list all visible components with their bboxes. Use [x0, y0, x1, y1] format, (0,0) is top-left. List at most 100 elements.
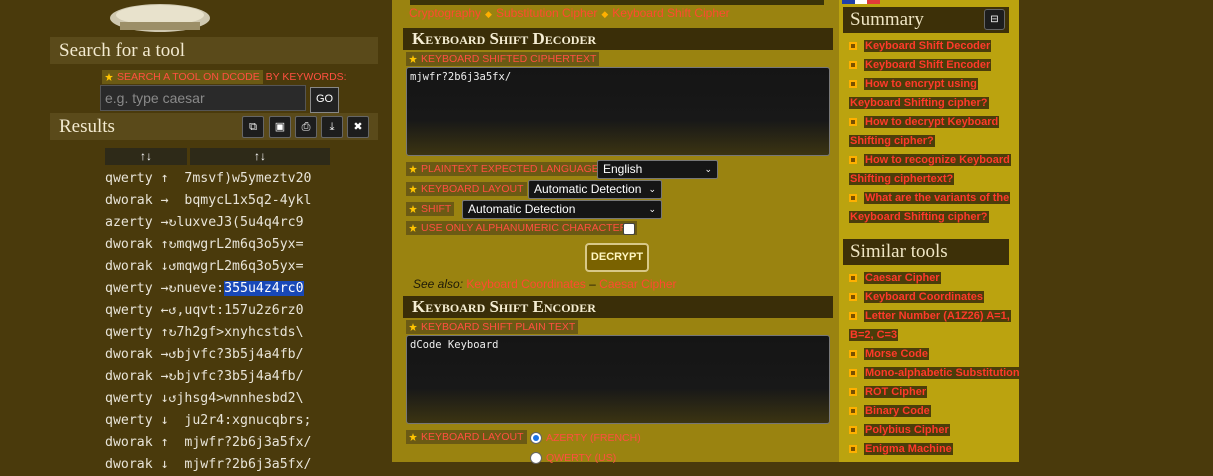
- result-shift: →↻: [160, 369, 177, 384]
- sidebar-link[interactable]: Binary Code: [849, 402, 931, 421]
- star-icon: [105, 73, 113, 81]
- result-row[interactable]: qwerty →↻nueve:355u4z4rc0: [105, 278, 311, 300]
- sidebar-link[interactable]: Keyboard Shifting cipher?: [849, 94, 989, 113]
- sidebar-link-label: B=2, C=3: [849, 329, 899, 341]
- shift-select[interactable]: Automatic Detection ⌄: [462, 200, 662, 219]
- decrypt-button[interactable]: DECRYPT: [585, 243, 649, 272]
- chevron-down-icon: ⌄: [648, 184, 656, 194]
- ciphertext-input[interactable]: mjwfr?2b6j3a5fx/: [406, 67, 830, 156]
- sidebar-link[interactable]: Letter Number (A1Z26) A=1,: [849, 307, 1011, 326]
- result-layout: qwerty: [105, 413, 153, 428]
- see-also-label: See also:: [413, 277, 464, 291]
- sidebar-link[interactable]: Keyboard Shifting cipher?: [849, 208, 989, 227]
- sidebar-link-label: Enigma Machine: [864, 443, 953, 455]
- go-button[interactable]: GO: [310, 87, 339, 113]
- sidebar-link[interactable]: Morse Code: [849, 345, 929, 364]
- sidebar-link[interactable]: Keyboard Coordinates: [849, 288, 984, 307]
- bullet-icon: [849, 312, 857, 320]
- keyboard-layout-label: KEYBOARD LAYOUT: [406, 182, 527, 196]
- alphanumeric-checkbox[interactable]: [623, 223, 635, 235]
- result-row[interactable]: dworak →↻bjvfc?3b5j4a4fb/: [105, 366, 311, 388]
- result-row[interactable]: dworak ↓ mjwfr?2b6j3a5fx/: [105, 454, 311, 476]
- result-row[interactable]: azerty →↻luxveJ3(5u4q4rc9: [105, 212, 311, 234]
- encoder-title: Keyboard Shift Encoder: [403, 296, 833, 318]
- search-input[interactable]: [100, 85, 306, 111]
- sidebar-link[interactable]: What are the variants of the: [849, 189, 1011, 208]
- sidebar-link-label: Keyboard Shifting cipher?: [849, 211, 989, 223]
- search-tag-label: SEARCH A TOOL ON DCODE: [117, 71, 260, 83]
- result-text: mqwgrL2m6q3o5yx=: [176, 259, 304, 274]
- plaintext-label: KEYBOARD SHIFT PLAIN TEXT: [406, 320, 579, 334]
- qwerty-radio[interactable]: [530, 452, 542, 464]
- result-row[interactable]: qwerty ↑↻7h2gf>xnyhcstds\: [105, 322, 311, 344]
- result-highlight: 355u4z4rc0: [224, 281, 304, 296]
- star-icon: [409, 433, 417, 441]
- keyboard-coordinates-link[interactable]: Keyboard Coordinates: [466, 277, 585, 291]
- result-row[interactable]: qwerty ↑ 7msvf)w5ymeztv20: [105, 168, 311, 190]
- sidebar-link[interactable]: How to decrypt Keyboard: [849, 113, 1000, 132]
- result-text: nueve:: [176, 281, 225, 296]
- result-row[interactable]: qwerty ↓ ju2r4:xgnucqbrs;: [105, 410, 311, 432]
- sidebar-link[interactable]: How to encrypt using: [849, 75, 978, 94]
- sidebar-link[interactable]: Mono-alphabetic Substitution: [849, 364, 1021, 383]
- encoder-layout-label: KEYBOARD LAYOUT: [406, 430, 527, 444]
- azerty-radio[interactable]: [530, 432, 542, 444]
- bullet-icon: [849, 61, 857, 69]
- collapse-icon[interactable]: ⊟: [984, 9, 1005, 30]
- result-row[interactable]: qwerty ↓↺jhsg4>wnnhesbd2\: [105, 388, 311, 410]
- bullet-icon: [849, 156, 857, 164]
- sort-column-2[interactable]: ↑↓: [190, 148, 330, 165]
- sidebar-link-label: Keyboard Shift Encoder: [864, 59, 992, 71]
- result-shift: ↑↻: [160, 325, 177, 340]
- result-row[interactable]: dworak ↓↺mqwgrL2m6q3o5yx=: [105, 256, 311, 278]
- sidebar-link-label: Binary Code: [864, 405, 931, 417]
- breadcrumb-keyboard-shift[interactable]: Keyboard Shift Cipher: [612, 6, 729, 20]
- sidebar-link[interactable]: Keyboard Shift Decoder: [849, 37, 992, 56]
- sidebar-link[interactable]: Keyboard Shift Encoder: [849, 56, 992, 75]
- save-button[interactable]: ▣: [269, 116, 291, 138]
- print-button[interactable]: ⎙: [295, 116, 317, 138]
- result-row[interactable]: qwerty ←↺,uqvt:157u2z6rz0: [105, 300, 311, 322]
- copy-button[interactable]: ⧉: [242, 116, 264, 138]
- keyboard-layout-select[interactable]: Automatic Detection ⌄: [528, 180, 662, 199]
- sidebar-link-label: What are the variants of the: [864, 192, 1011, 204]
- result-row[interactable]: dworak ↑↻mqwgrL2m6q3o5yx=: [105, 234, 311, 256]
- sidebar-link[interactable]: Caesar Cipher: [849, 269, 941, 288]
- download-button[interactable]: ⤓: [321, 116, 343, 138]
- language-label: PLAINTEXT EXPECTED LANGUAGE: [406, 162, 602, 176]
- result-row[interactable]: dworak →↺bjvfc?3b5j4a4fb/: [105, 344, 311, 366]
- result-layout: dworak: [105, 259, 153, 274]
- bullet-icon: [849, 388, 857, 396]
- sidebar-link[interactable]: Shifting ciphertext?: [849, 170, 955, 189]
- result-text: 7h2gf>xnyhcstds\: [176, 325, 304, 340]
- azerty-label: AZERTY (FRENCH): [546, 432, 641, 444]
- sort-column-1[interactable]: ↑↓: [105, 148, 187, 165]
- sidebar-link[interactable]: How to recognize Keyboard: [849, 151, 1011, 170]
- caesar-cipher-link[interactable]: Caesar Cipher: [599, 277, 676, 291]
- sidebar-link-label: How to recognize Keyboard: [864, 154, 1011, 166]
- sidebar-link[interactable]: Enigma Machine: [849, 440, 953, 459]
- download-icon: ⤓: [329, 121, 335, 133]
- sidebar-link[interactable]: B=2, C=3: [849, 326, 899, 345]
- result-text: mjwfr?2b6j3a5fx/: [176, 457, 312, 472]
- star-icon: [409, 323, 417, 331]
- star-icon: [409, 224, 417, 232]
- result-layout: qwerty: [105, 391, 153, 406]
- bullet-icon: [849, 194, 857, 202]
- result-row[interactable]: dworak → bqmycL1x5q2-4ykl: [105, 190, 311, 212]
- breadcrumb-cryptography[interactable]: Cryptography: [409, 6, 481, 20]
- result-row[interactable]: dworak ↑ mjwfr?2b6j3a5fx/: [105, 432, 311, 454]
- sidebar-link[interactable]: Shifting cipher?: [849, 132, 935, 151]
- sidebar-link[interactable]: ROT Cipher: [849, 383, 928, 402]
- breadcrumb-substitution[interactable]: Substitution Cipher: [496, 6, 597, 20]
- clear-results-button[interactable]: ✖: [347, 116, 369, 138]
- save-icon: ▣: [274, 121, 286, 133]
- plaintext-input[interactable]: dCode Keyboard: [406, 335, 830, 424]
- result-layout: dworak: [105, 237, 153, 252]
- language-select[interactable]: English ⌄: [597, 160, 718, 179]
- sidebar-link[interactable]: Polybius Cipher: [849, 421, 950, 440]
- result-text: bjvfc?3b5j4a4fb/: [176, 369, 304, 384]
- sidebar-link-label: Letter Number (A1Z26) A=1,: [864, 310, 1011, 322]
- breadcrumb-bar: [410, 0, 824, 5]
- sidebar-link-label: Caesar Cipher: [864, 272, 941, 284]
